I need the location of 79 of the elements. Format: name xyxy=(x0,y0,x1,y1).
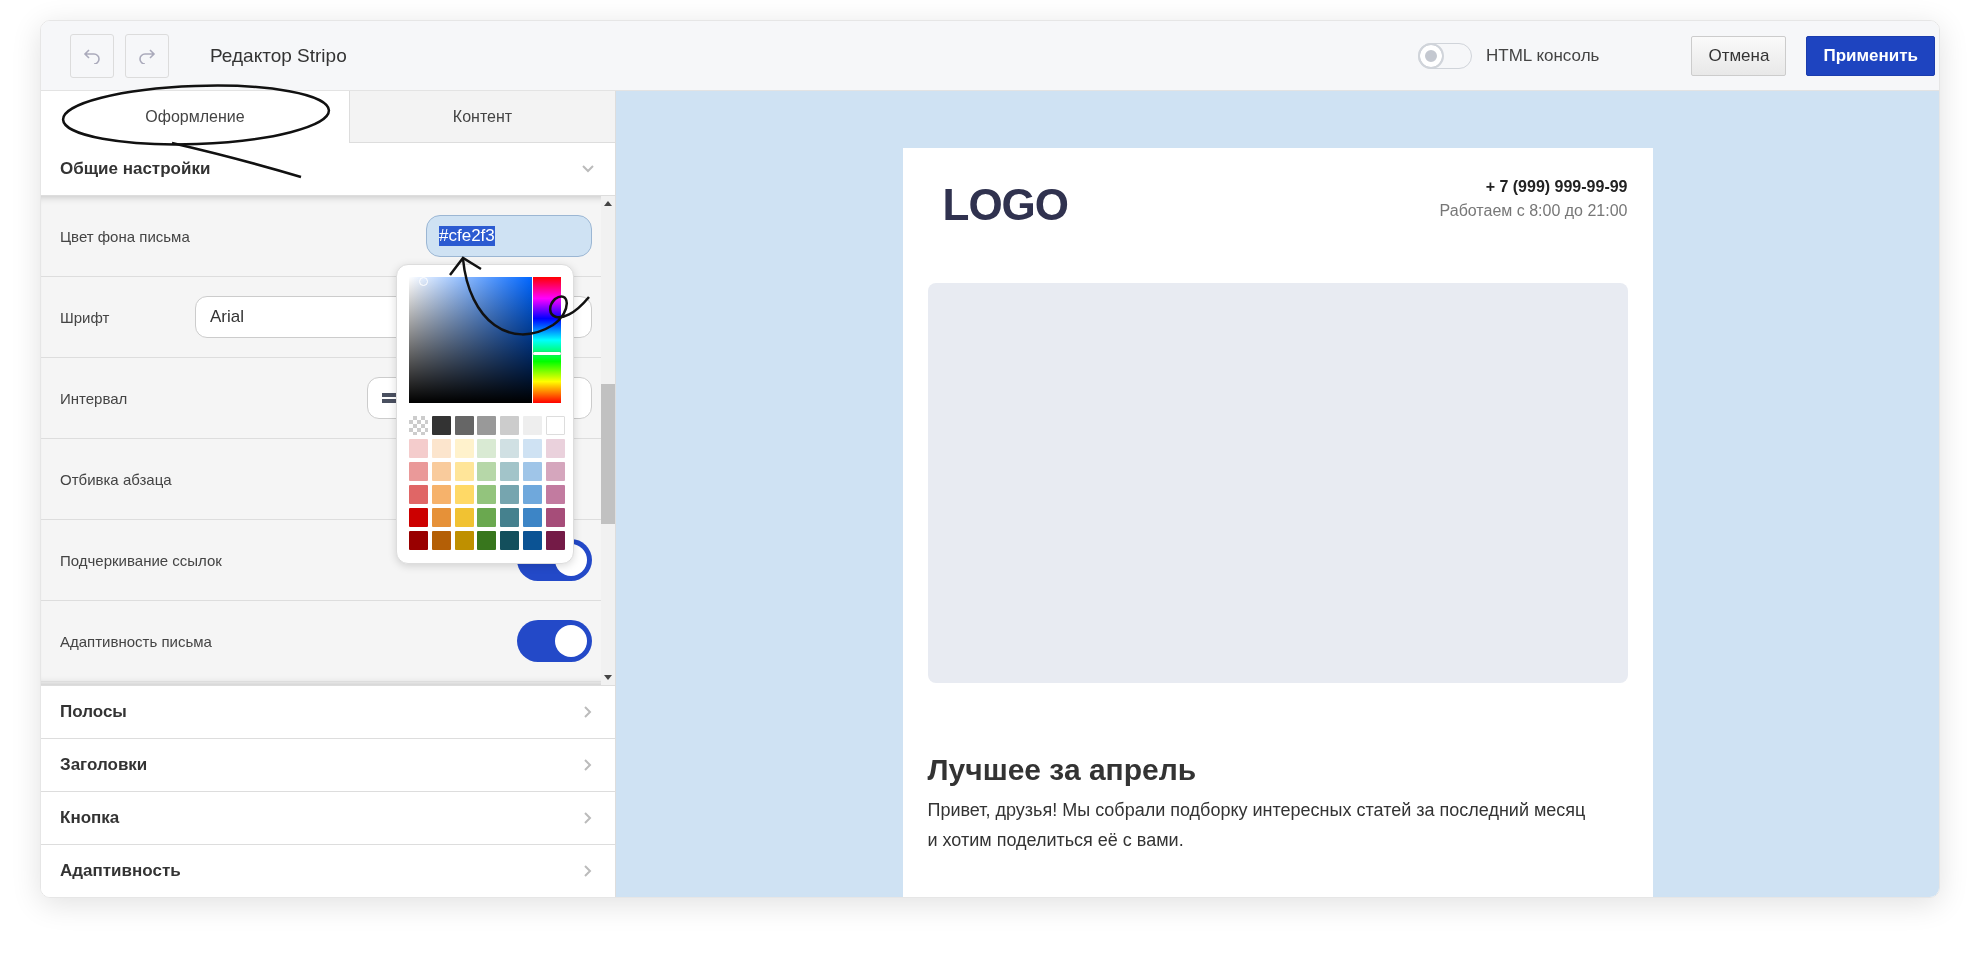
setting-label: Адаптивность письма xyxy=(60,632,212,650)
setting-label: Подчеркивание ссылок xyxy=(60,551,222,569)
section-title: Кнопка xyxy=(60,808,120,828)
color-swatch[interactable] xyxy=(523,508,542,527)
toggle-switch[interactable] xyxy=(517,620,592,662)
phone-number: + 7 (999) 999-99-99 xyxy=(1485,178,1628,196)
color-swatch[interactable] xyxy=(477,531,497,550)
setting-label: Интервал xyxy=(60,389,128,407)
color-swatch[interactable] xyxy=(500,531,520,550)
color-swatch[interactable] xyxy=(500,439,520,458)
color-swatch[interactable] xyxy=(545,416,565,435)
color-swatch[interactable] xyxy=(545,508,565,527)
hue-slider[interactable] xyxy=(533,277,561,403)
cancel-button[interactable]: Отмена xyxy=(1691,35,1787,76)
color-swatch[interactable] xyxy=(477,485,497,504)
accordion-header[interactable]: Кнопка xyxy=(41,792,615,845)
section-title: Общие настройки xyxy=(60,159,211,179)
scroll-down-icon[interactable] xyxy=(604,675,612,681)
color-swatch[interactable] xyxy=(545,462,565,481)
color-swatch[interactable] xyxy=(545,485,565,504)
color-swatch[interactable] xyxy=(523,462,542,481)
color-swatch[interactable] xyxy=(409,485,428,504)
section-title: Полосы xyxy=(60,702,127,722)
email-paragraph: Привет, друзья! Мы собрали подборку интересных статей за последний месяц и хотим поделиться её с вами. xyxy=(927,799,1587,852)
scrollbar[interactable] xyxy=(601,196,615,685)
color-swatch[interactable] xyxy=(431,531,451,550)
color-swatch[interactable] xyxy=(477,439,497,458)
color-swatch[interactable] xyxy=(409,439,428,458)
apply-button[interactable]: Применить xyxy=(1806,35,1935,76)
working-hours: Работаем с 8:00 до 21:00 xyxy=(1439,202,1628,220)
email-heading: Лучшее за апрель xyxy=(927,753,1198,787)
color-swatch[interactable] xyxy=(454,508,474,527)
color-input-field[interactable]: #cfe2f3 xyxy=(426,215,592,257)
saturation-field[interactable] xyxy=(409,277,532,403)
color-swatch[interactable] xyxy=(431,462,451,481)
color-swatch[interactable] xyxy=(409,462,428,481)
color-swatch[interactable] xyxy=(500,485,520,504)
accordion-header[interactable]: Полосы xyxy=(41,686,615,739)
color-swatch[interactable] xyxy=(431,439,451,458)
color-swatch[interactable] xyxy=(454,462,474,481)
color-swatch[interactable] xyxy=(454,531,474,550)
color-swatch[interactable] xyxy=(477,462,497,481)
color-swatch[interactable] xyxy=(454,439,474,458)
accordion-header[interactable]: Адаптивность xyxy=(41,845,615,897)
color-swatch[interactable] xyxy=(523,485,542,504)
html-console-toggle[interactable] xyxy=(1418,42,1472,69)
redo-button[interactable] xyxy=(125,33,169,78)
undo-icon xyxy=(83,47,101,64)
color-swatch[interactable] xyxy=(454,485,474,504)
color-swatch[interactable] xyxy=(523,531,542,550)
setting-label: Шрифт xyxy=(60,308,110,326)
panel-tab[interactable]: Контент xyxy=(349,91,615,143)
section-title: Заголовки xyxy=(60,755,148,775)
html-console-label: HTML консоль xyxy=(1486,45,1600,66)
color-swatch[interactable] xyxy=(500,508,520,527)
color-swatch[interactable] xyxy=(477,508,497,527)
setting-label: Отбивка абзаца xyxy=(60,470,172,488)
redo-icon xyxy=(138,47,156,64)
logo: LOGO xyxy=(942,180,1069,231)
undo-button[interactable] xyxy=(70,33,114,78)
editor-title: Редактор Stripo xyxy=(210,44,348,67)
color-swatch[interactable] xyxy=(454,416,474,435)
hand-drawn-arrowhead xyxy=(449,256,482,276)
color-swatch[interactable] xyxy=(431,508,451,527)
color-swatch[interactable] xyxy=(523,439,542,458)
hue-slider-handle[interactable] xyxy=(533,351,561,355)
color-swatch[interactable] xyxy=(545,439,565,458)
setting-label: Цвет фона письма xyxy=(60,227,190,245)
scroll-up-icon[interactable] xyxy=(604,200,612,206)
color-swatch[interactable] xyxy=(431,416,451,435)
color-swatch[interactable] xyxy=(409,508,428,527)
color-swatch[interactable] xyxy=(409,531,428,550)
color-swatch[interactable] xyxy=(500,462,520,481)
color-swatch[interactable] xyxy=(545,531,565,550)
section-title: Адаптивность xyxy=(60,861,181,881)
color-swatch[interactable] xyxy=(477,416,497,435)
accordion-header[interactable]: Заголовки xyxy=(41,739,615,792)
color-swatch[interactable] xyxy=(500,416,520,435)
color-swatch[interactable] xyxy=(431,485,451,504)
